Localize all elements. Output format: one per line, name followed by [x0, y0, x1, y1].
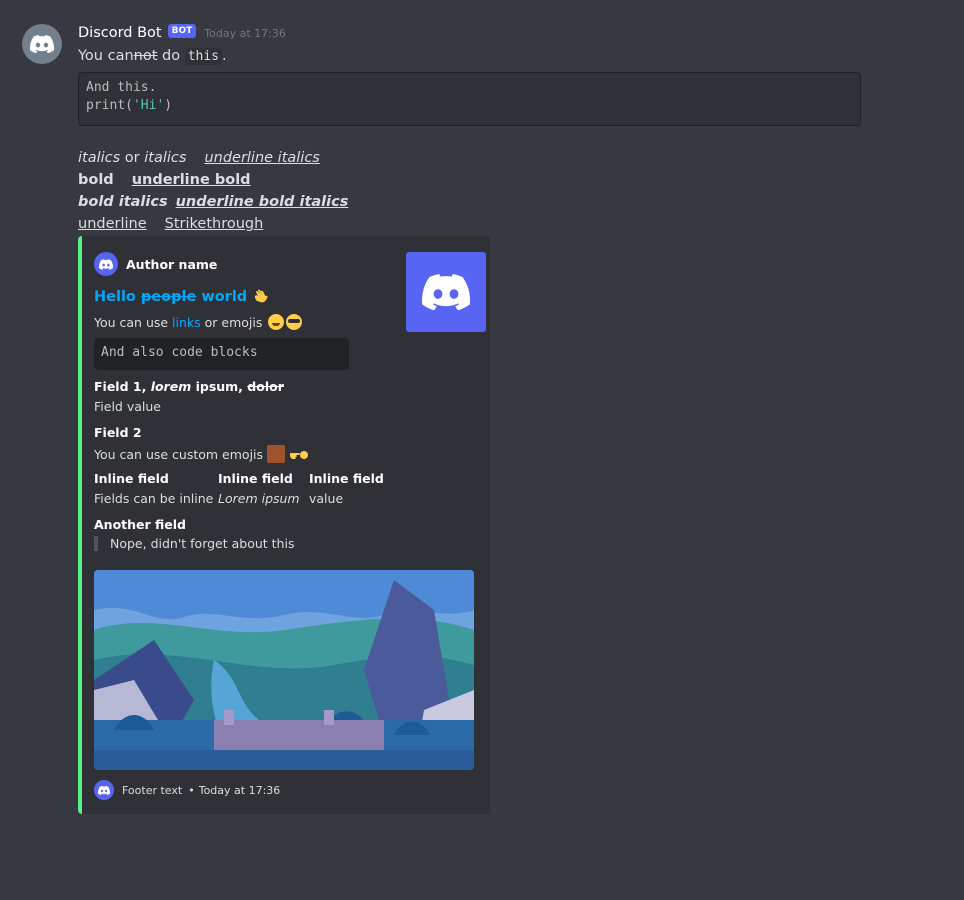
text-segment: You can: [78, 48, 134, 64]
another-field-quote: Nope, didn't forget about this: [94, 536, 294, 551]
code-line-1: And this.: [86, 80, 157, 95]
underline-text: underline: [78, 216, 147, 232]
inline-field-2-value: Lorem ipsum: [218, 491, 300, 506]
text-segment: do: [157, 48, 185, 64]
sunglasses-emoji-icon: [286, 314, 303, 330]
footer-icon: [94, 780, 114, 800]
embed-thumbnail[interactable]: [406, 252, 486, 332]
format-line-bold: bold underline bold: [78, 170, 251, 190]
embed: Author name Hello people world You can u…: [78, 236, 490, 814]
bot-tag: BOT: [167, 24, 197, 38]
embed-title[interactable]: Hello people world: [94, 286, 270, 305]
strikethrough-text: not: [133, 48, 158, 64]
inline-field-2-name: Inline field: [218, 471, 293, 486]
bold-italic-text: bold italics: [78, 194, 168, 210]
field-2-value: You can use custom emojis: [94, 445, 309, 463]
embed-footer: Footer text • Today at 17:36: [94, 780, 280, 800]
format-line-underline: underline Strikethrough: [78, 214, 263, 234]
footer-text: Footer text: [122, 783, 183, 797]
pointing-emoji-icon: [289, 447, 309, 461]
strikethrough-text: people: [140, 289, 197, 305]
underline-bold-italic-text: underline bold italics: [175, 194, 349, 210]
text-segment: .: [222, 48, 227, 64]
inline-field-1-value: Fields can be inline: [94, 491, 214, 506]
embed-description: You can use links or emojis: [94, 314, 303, 330]
embed-image[interactable]: [94, 570, 474, 770]
inline-field-1-name: Inline field: [94, 471, 169, 486]
footer-timestamp: Today at 17:36: [198, 783, 281, 797]
field-1-value: Field value: [94, 399, 161, 414]
text-segment: or: [120, 150, 145, 166]
italic-text: italics: [78, 150, 121, 166]
embed-author[interactable]: Author name: [94, 252, 217, 276]
code-block: And this. print('Hi'): [78, 72, 861, 126]
author-name: Author name: [126, 256, 218, 272]
underline-bold-text: underline bold: [131, 172, 251, 188]
discord-logo-icon: [422, 274, 470, 310]
author-icon: [94, 252, 118, 276]
landscape-image: [94, 570, 474, 770]
bot-avatar[interactable]: [22, 24, 62, 64]
field-1-name: Field 1, lorem ipsum, dolor: [94, 379, 284, 394]
code-string: 'Hi': [132, 98, 165, 113]
format-line-italics: italics or italics underline italics: [78, 148, 320, 168]
italic-text: italics: [144, 150, 187, 166]
username[interactable]: Discord Bot: [78, 25, 162, 41]
another-field-name: Another field: [94, 517, 187, 532]
inline-field-3-name: Inline field: [309, 471, 384, 486]
footer-separator: •: [188, 783, 195, 797]
message-header: Discord Bot BOT Today at 17:36: [78, 24, 286, 41]
grin-emoji-icon: [268, 314, 285, 330]
discord-logo-icon: [98, 785, 110, 795]
code-line-2: print('Hi'): [86, 98, 173, 113]
strikethrough-text: Strikethrough: [164, 216, 264, 232]
message-timestamp: Today at 17:36: [204, 26, 286, 40]
inline-field-3-value: value: [309, 491, 344, 506]
field-2-name: Field 2: [94, 425, 142, 440]
format-line-bold-italics: bold italics underline bold italics: [78, 192, 348, 212]
description-link[interactable]: links: [172, 315, 201, 330]
custom-emoji-icon: [267, 445, 285, 463]
inline-code: this: [184, 48, 223, 65]
wave-emoji-icon: [252, 286, 270, 304]
bold-text: bold: [78, 172, 114, 188]
message-line: You cannot do this.: [78, 46, 227, 67]
underline-italic-text: underline italics: [204, 150, 320, 166]
embed-code-block: And also code blocks: [94, 338, 349, 370]
discord-logo-icon: [30, 35, 54, 53]
discord-logo-icon: [99, 258, 113, 270]
